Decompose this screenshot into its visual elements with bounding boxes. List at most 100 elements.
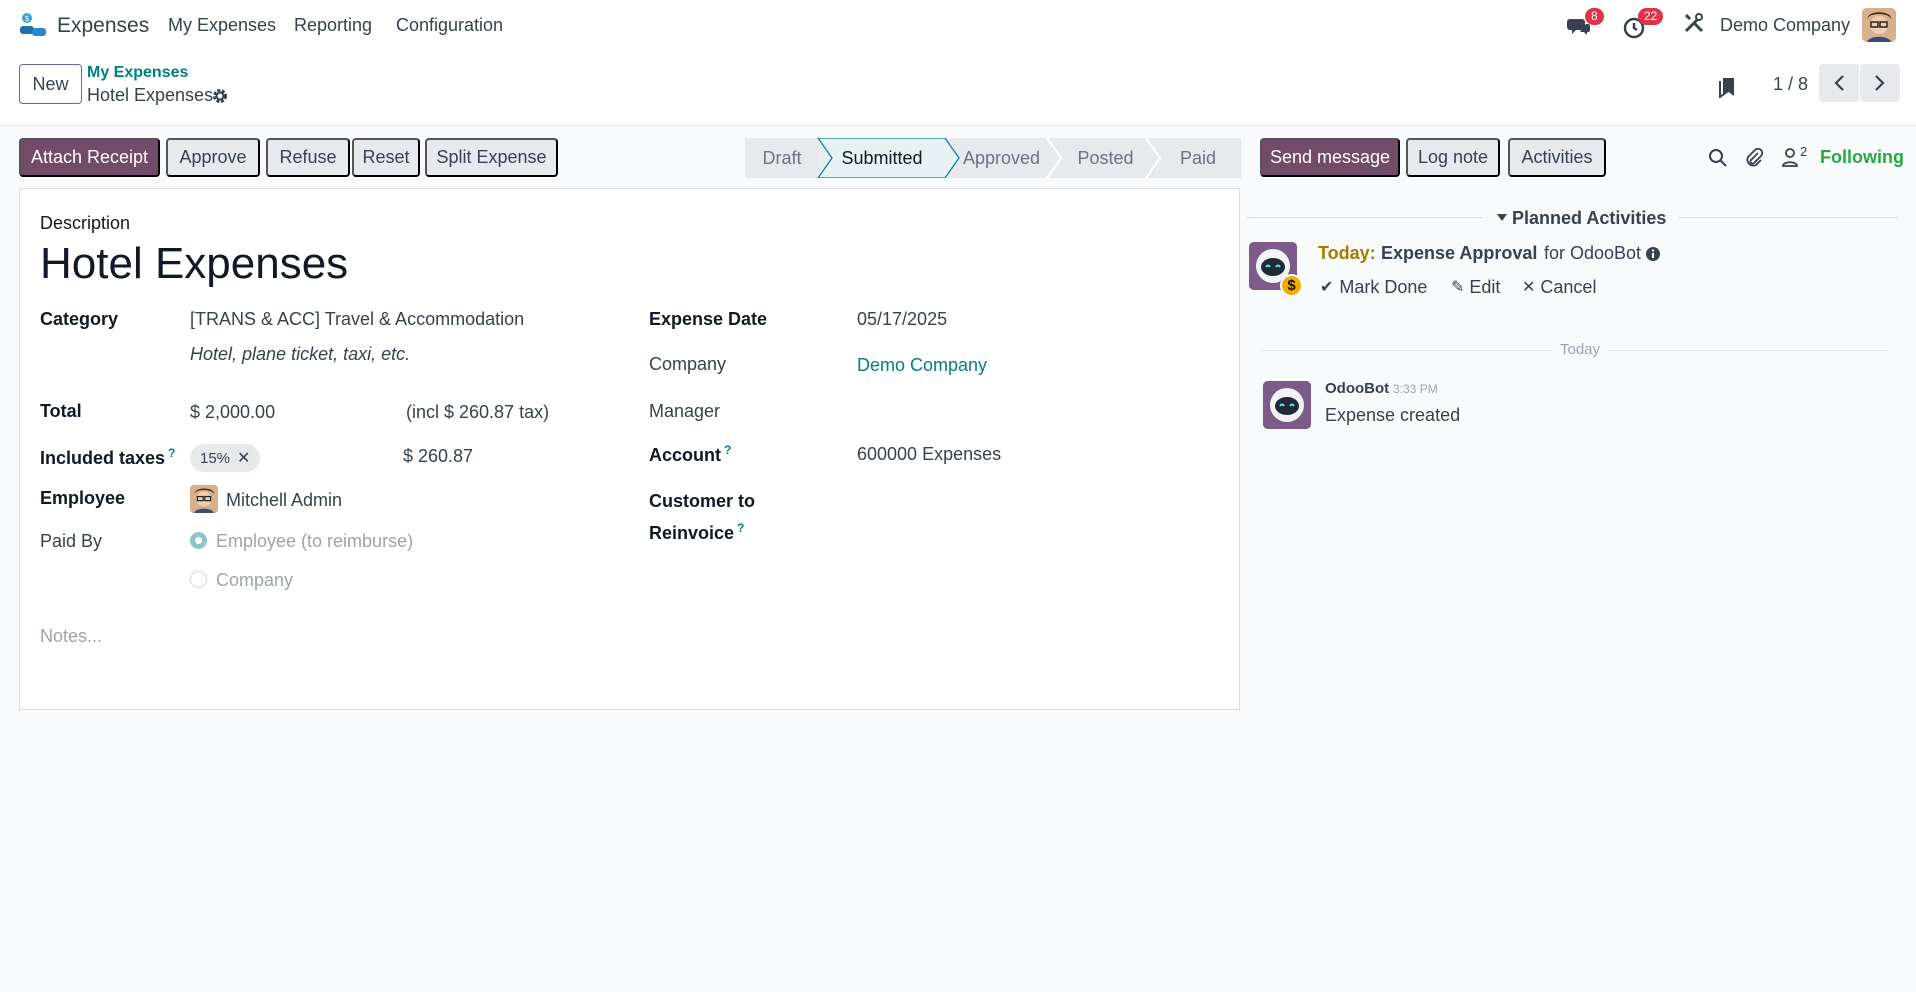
activities-button[interactable]: 22 — [1623, 8, 1664, 39]
paid-by-employee-label[interactable]: Employee (to reimburse) — [216, 531, 413, 552]
expense-date-label: Expense Date — [649, 309, 768, 329]
app-name[interactable]: Expenses — [57, 14, 149, 38]
help-tooltip-icon[interactable]: ? — [724, 443, 731, 457]
customer-reinvoice-label-line2: Reinvoice — [649, 523, 735, 543]
activities-count-badge: 22 — [1638, 8, 1664, 25]
caret-down-icon — [1497, 214, 1507, 221]
followers-count: 2 — [1800, 144, 1808, 159]
divider — [1247, 217, 1482, 218]
person-icon — [1782, 148, 1798, 167]
paid-by-label: Paid By — [40, 531, 103, 551]
send-message-button[interactable]: Send message — [1260, 138, 1400, 177]
mark-done-label: Mark Done — [1339, 276, 1428, 297]
tax-tag: 15% ✕ — [190, 444, 261, 472]
approve-button[interactable]: Approve — [166, 138, 260, 177]
menu-my-expenses[interactable]: My Expenses — [168, 15, 276, 36]
attach-receipt-button[interactable]: Attach Receipt — [19, 138, 160, 177]
manager-label: Manager — [649, 401, 721, 421]
activity-due-label: Today: — [1318, 243, 1376, 263]
employee-field[interactable]: Mitchell Admin — [226, 490, 342, 511]
paperclip-icon[interactable] — [1745, 148, 1765, 168]
robot-face-icon — [1263, 381, 1311, 429]
pager-next-button[interactable] — [1860, 64, 1900, 102]
menu-reporting[interactable]: Reporting — [294, 15, 372, 36]
tools-icon[interactable] — [1683, 12, 1705, 34]
new-button[interactable]: New — [19, 64, 82, 104]
menu-configuration[interactable]: Configuration — [396, 15, 503, 36]
edit-activity-button[interactable]: ✎ Edit — [1451, 276, 1500, 298]
info-icon[interactable] — [1645, 246, 1661, 262]
check-icon: ✔ — [1320, 279, 1334, 296]
user-face-icon — [1862, 8, 1896, 42]
employee-label: Employee — [40, 488, 126, 508]
expense-date-field[interactable]: 05/17/2025 — [857, 309, 947, 330]
messages-button[interactable]: 8 — [1567, 8, 1604, 38]
account-label-text: Account — [649, 445, 721, 465]
description-label: Description — [40, 213, 131, 233]
expenses-app-icon[interactable]: $ — [18, 12, 48, 38]
paid-by-company-radio[interactable] — [190, 571, 207, 588]
svg-text:$: $ — [24, 14, 29, 23]
paid-by-company-label[interactable]: Company — [216, 570, 293, 591]
total-tax-text: (incl $ 260.87 tax) — [406, 402, 550, 422]
pager-value[interactable]: 1 / 8 — [1773, 74, 1808, 95]
form-statusbar: Attach Receipt Approve Refuse Reset Spli… — [0, 126, 1916, 186]
following-button[interactable]: Following — [1820, 147, 1904, 168]
total-label: Total — [40, 401, 82, 421]
message-time: 3:33 PM — [1393, 382, 1438, 396]
bookmarks-icon[interactable] — [1718, 76, 1738, 98]
company-field-link[interactable]: Demo Company — [857, 355, 987, 376]
category-label: Category — [40, 309, 119, 329]
expense-title-field[interactable]: Hotel Expenses — [40, 239, 348, 289]
followers-button[interactable]: 2 — [1781, 144, 1811, 170]
help-tooltip-icon[interactable]: ? — [168, 446, 175, 460]
stage-submitted-label: Submitted — [841, 147, 923, 168]
help-tooltip-icon[interactable]: ? — [737, 521, 744, 535]
divider — [1679, 217, 1899, 218]
activities-button-chatter[interactable]: Activities — [1508, 138, 1606, 177]
control-panel: New My Expenses Hotel Expenses 1 / 8 — [0, 50, 1916, 126]
total-amount-field[interactable]: $ 2,000.00 — [190, 402, 275, 423]
customer-reinvoice-label: Customer to Reinvoice? — [649, 488, 755, 547]
messages-count-badge: 8 — [1585, 8, 1604, 25]
reset-button[interactable]: Reset — [352, 138, 420, 177]
breadcrumb-parent-link[interactable]: My Expenses — [87, 64, 188, 82]
cancel-activity-button[interactable]: ✕ Cancel — [1522, 276, 1596, 298]
message-body: Expense created — [1325, 405, 1461, 425]
employee-avatar — [190, 485, 218, 513]
employee-face-icon — [190, 485, 218, 513]
message-author[interactable]: OdooBot — [1325, 380, 1389, 397]
form-sheet: Description Hotel Expenses Category [TRA… — [19, 188, 1240, 710]
date-separator: Today — [1552, 341, 1609, 358]
tax-amount: $ 260.87 — [403, 446, 474, 466]
company-switcher[interactable]: Demo Company — [1720, 15, 1850, 36]
paid-by-employee-radio[interactable] — [190, 532, 207, 549]
pager-previous-button[interactable] — [1819, 64, 1859, 102]
mark-done-button[interactable]: ✔ Mark Done — [1320, 276, 1427, 298]
search-icon[interactable] — [1708, 148, 1728, 168]
refuse-button[interactable]: Refuse — [266, 138, 350, 177]
company-label: Company — [649, 354, 727, 374]
top-navbar: $ Expenses My Expenses Reporting Configu… — [0, 0, 1916, 50]
category-field[interactable]: [TRANS & ACC] Travel & Accommodation — [190, 309, 524, 330]
category-description: Hotel, plane ticket, taxi, etc. — [190, 344, 411, 364]
chevron-right-icon — [1875, 75, 1885, 91]
account-field[interactable]: 600000 Expenses — [857, 444, 1001, 465]
user-avatar[interactable] — [1862, 8, 1896, 42]
close-icon[interactable]: ✕ — [237, 448, 250, 468]
manager-field[interactable] — [857, 401, 1157, 423]
included-taxes-label: Included taxes? — [40, 446, 175, 469]
gear-icon[interactable] — [211, 87, 229, 105]
notes-field[interactable]: Notes... — [40, 626, 102, 647]
planned-activities-header[interactable]: Planned Activities — [1247, 208, 1899, 228]
included-taxes-label-text: Included taxes — [40, 448, 166, 468]
log-note-button[interactable]: Log note — [1406, 138, 1500, 177]
tax-tag-label: 15% — [200, 449, 231, 467]
pencil-icon: ✎ — [1451, 279, 1465, 296]
account-label: Account? — [649, 443, 731, 466]
customer-reinvoice-field[interactable] — [857, 491, 1157, 513]
dollar-badge-icon: $ — [1280, 274, 1303, 297]
split-expense-button[interactable]: Split Expense — [425, 138, 558, 177]
cancel-label: Cancel — [1540, 276, 1597, 297]
activity-assignee: for OdooBot — [1544, 243, 1642, 263]
